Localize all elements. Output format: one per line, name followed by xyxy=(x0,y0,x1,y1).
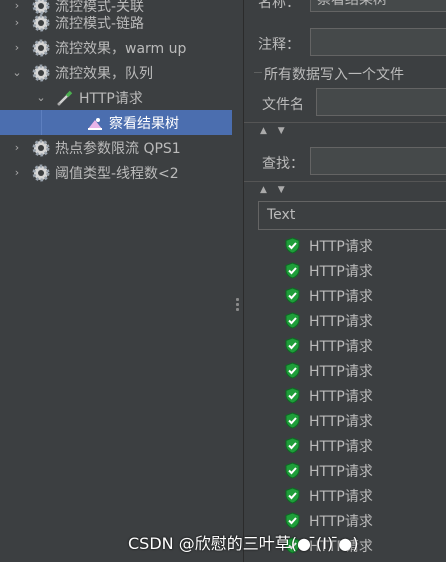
filename-label: 文件名 xyxy=(262,97,304,113)
renderer-select-value: Text xyxy=(267,207,296,223)
result-row[interactable]: HTTP请求 xyxy=(284,333,373,358)
test-plan-tree: › 流控模式-关联 › 流控模式-链路 › 流控效果，warm up ⌄ 流控效… xyxy=(0,0,232,562)
panel-splitter[interactable] xyxy=(232,0,244,562)
tree-item-label: 流控效果，warm up xyxy=(55,40,187,57)
success-shield-icon xyxy=(284,462,301,479)
gear-icon xyxy=(32,164,50,182)
tree-item-label: 流控模式-链路 xyxy=(55,15,145,32)
renderer-select[interactable]: Text xyxy=(258,201,446,230)
result-label: HTTP请求 xyxy=(309,238,373,255)
comment-field[interactable] xyxy=(310,28,446,56)
result-label: HTTP请求 xyxy=(309,413,373,430)
drag-handle-icon[interactable] xyxy=(236,298,239,313)
result-label: HTTP请求 xyxy=(309,363,373,380)
chevron-right-icon[interactable]: › xyxy=(10,41,24,54)
tree-item-view-results-tree[interactable]: 察看结果树 xyxy=(0,110,232,135)
success-shield-icon xyxy=(284,237,301,254)
tree-item-label: HTTP请求 xyxy=(79,90,143,107)
write-all-data-group-title: 所有数据写入一个文件 xyxy=(264,67,404,83)
tree-item-flow-effect-queue[interactable]: ⌄ 流控效果，队列 xyxy=(0,60,232,85)
result-row[interactable]: HTTP请求 xyxy=(284,433,373,458)
gear-icon xyxy=(32,39,50,57)
result-label: HTTP请求 xyxy=(309,388,373,405)
result-row[interactable]: HTTP请求 xyxy=(284,383,373,408)
result-label: HTTP请求 xyxy=(309,513,373,530)
tree-item-hotspot-param-qps[interactable]: › 热点参数限流 QPS1 xyxy=(0,135,232,160)
result-row[interactable]: HTTP请求 xyxy=(284,358,373,383)
result-label: HTTP请求 xyxy=(309,338,373,355)
result-label: HTTP请求 xyxy=(309,463,373,480)
result-row[interactable]: HTTP请求 xyxy=(284,308,373,333)
name-field[interactable]: 察看结果树 xyxy=(310,0,446,12)
comment-label: 注释： xyxy=(258,37,300,53)
success-shield-icon xyxy=(284,437,301,454)
separator xyxy=(244,181,446,182)
result-label: HTTP请求 xyxy=(309,288,373,305)
success-shield-icon xyxy=(284,412,301,429)
result-label: HTTP请求 xyxy=(309,488,373,505)
success-shield-icon xyxy=(284,512,301,529)
result-row[interactable]: HTTP请求 xyxy=(284,283,373,308)
result-label: HTTP请求 xyxy=(309,313,373,330)
view-results-tree-panel: 名称： 察看结果树 注释： 所有数据写入一个文件 文件名 ▲ ▼ 查找： ▲ ▼… xyxy=(244,0,446,562)
separator xyxy=(244,122,446,123)
collapse-expand-arrows[interactable]: ▲ ▼ xyxy=(260,126,289,136)
name-label: 名称： xyxy=(258,0,300,11)
result-row[interactable]: HTTP请求 xyxy=(284,458,373,483)
chevron-down-icon[interactable]: ⌄ xyxy=(10,66,24,79)
result-row[interactable]: HTTP请求 xyxy=(284,408,373,433)
group-border xyxy=(254,72,262,73)
filename-field[interactable] xyxy=(316,88,446,116)
success-shield-icon xyxy=(284,312,301,329)
result-row[interactable]: HTTP请求 xyxy=(284,258,373,283)
search-field[interactable] xyxy=(310,147,446,175)
result-row[interactable]: HTTP请求 xyxy=(284,483,373,508)
success-shield-icon xyxy=(284,337,301,354)
name-field-value: 察看结果树 xyxy=(317,0,387,8)
tree-item-label: 察看结果树 xyxy=(109,115,179,132)
success-shield-icon xyxy=(284,387,301,404)
tree-item-label: 热点参数限流 QPS1 xyxy=(55,140,181,157)
result-label: HTTP请求 xyxy=(309,438,373,455)
collapse-expand-arrows[interactable]: ▲ ▼ xyxy=(260,185,289,195)
success-shield-icon xyxy=(284,262,301,279)
result-tree-icon xyxy=(86,114,104,132)
success-shield-icon xyxy=(284,287,301,304)
tree-item-label: 流控效果，队列 xyxy=(55,65,153,82)
success-shield-icon xyxy=(284,487,301,504)
gear-icon xyxy=(32,139,50,157)
result-label: HTTP请求 xyxy=(309,263,373,280)
tree-item-flow-mode-link[interactable]: › 流控模式-链路 xyxy=(0,10,232,35)
chevron-right-icon[interactable]: › xyxy=(10,141,24,154)
tree-item-flow-effect-warmup[interactable]: › 流控效果，warm up xyxy=(0,35,232,60)
chevron-down-icon[interactable]: ⌄ xyxy=(34,91,48,104)
result-row[interactable]: HTTP请求 xyxy=(284,233,373,258)
tree-item-http-request[interactable]: ⌄ HTTP请求 xyxy=(0,85,232,110)
success-shield-icon xyxy=(284,362,301,379)
search-label: 查找： xyxy=(262,156,304,172)
gear-icon xyxy=(32,14,50,32)
tree-item-threshold-threads[interactable]: › 阈值类型-线程数<2 xyxy=(0,160,232,185)
gear-icon xyxy=(32,64,50,82)
watermark: CSDN @欣慰的三叶草(● ̄(I) ̄●) xyxy=(128,534,359,553)
tree-item-label: 阈值类型-线程数<2 xyxy=(55,165,179,182)
pipette-icon xyxy=(56,89,74,107)
chevron-right-icon[interactable]: › xyxy=(10,16,24,29)
chevron-right-icon[interactable]: › xyxy=(10,166,24,179)
